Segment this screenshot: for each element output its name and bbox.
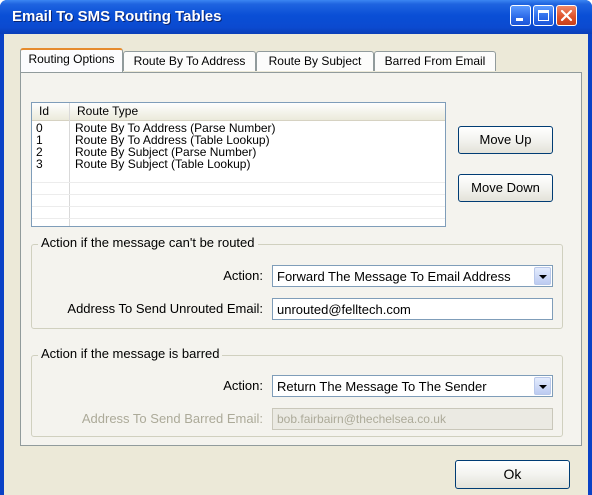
grid-line — [32, 218, 445, 219]
maximize-button[interactable] — [533, 5, 554, 26]
barred-action-label: Action: — [223, 378, 263, 393]
unrouted-address-label: Address To Send Unrouted Email: — [67, 301, 263, 316]
move-down-button[interactable]: Move Down — [458, 174, 553, 202]
barred-action-select[interactable]: Return The Message To The Sender — [272, 375, 553, 397]
unrouted-action-select[interactable]: Forward The Message To Email Address — [272, 265, 553, 287]
maximize-icon — [538, 10, 549, 21]
route-list[interactable]: Id Route Type 0 Route By To Address (Par… — [31, 102, 446, 227]
tab-routing-options[interactable]: Routing Options — [20, 48, 123, 72]
tab-barred-from-email[interactable]: Barred From Email — [374, 51, 496, 71]
route-id: 3 — [36, 157, 43, 171]
close-button[interactable] — [556, 5, 577, 26]
dialog-window: Email To SMS Routing Tables Routing Opti… — [0, 0, 592, 495]
tab-route-by-to-address[interactable]: Route By To Address — [123, 51, 256, 71]
minimize-icon — [516, 18, 523, 21]
close-icon — [560, 9, 573, 22]
unrouted-group-legend: Action if the message can't be routed — [38, 235, 258, 250]
grid-line — [32, 194, 445, 195]
route-type: Route By Subject (Table Lookup) — [75, 157, 251, 171]
grid-line — [32, 206, 445, 207]
unrouted-action-value: Forward The Message To Email Address — [277, 269, 511, 284]
barred-address-field: bob.fairbairn@thechelsea.co.uk — [272, 408, 553, 430]
tab-route-by-subject[interactable]: Route By Subject — [256, 51, 374, 71]
move-up-button[interactable]: Move Up — [458, 126, 553, 154]
tab-page-routing-options: Id Route Type 0 Route By To Address (Par… — [20, 72, 582, 446]
unrouted-action-label: Action: — [223, 268, 263, 283]
chevron-down-icon — [539, 385, 547, 389]
dropdown-arrow-button[interactable] — [534, 377, 551, 395]
ok-button[interactable]: Ok — [455, 460, 570, 489]
tab-strip: Routing Options Route By To Address Rout… — [4, 48, 588, 72]
barred-action-value: Return The Message To The Sender — [277, 379, 487, 394]
title-bar[interactable]: Email To SMS Routing Tables — [0, 0, 592, 34]
grid-line — [32, 182, 445, 183]
dropdown-arrow-button[interactable] — [534, 267, 551, 285]
list-item[interactable]: 3 Route By Subject (Table Lookup) — [32, 158, 445, 170]
unrouted-address-field[interactable]: unrouted@felltech.com — [272, 298, 553, 320]
dialog-client: Routing Options Route By To Address Rout… — [4, 34, 588, 495]
column-header-id[interactable]: Id — [32, 103, 70, 120]
minimize-button[interactable] — [510, 5, 531, 26]
chevron-down-icon — [539, 275, 547, 279]
barred-address-label: Address To Send Barred Email: — [81, 411, 263, 426]
window-title: Email To SMS Routing Tables — [12, 8, 222, 25]
barred-group-legend: Action if the message is barred — [38, 346, 223, 361]
column-header-route-type[interactable]: Route Type — [70, 103, 446, 120]
route-list-header: Id Route Type — [32, 103, 445, 121]
